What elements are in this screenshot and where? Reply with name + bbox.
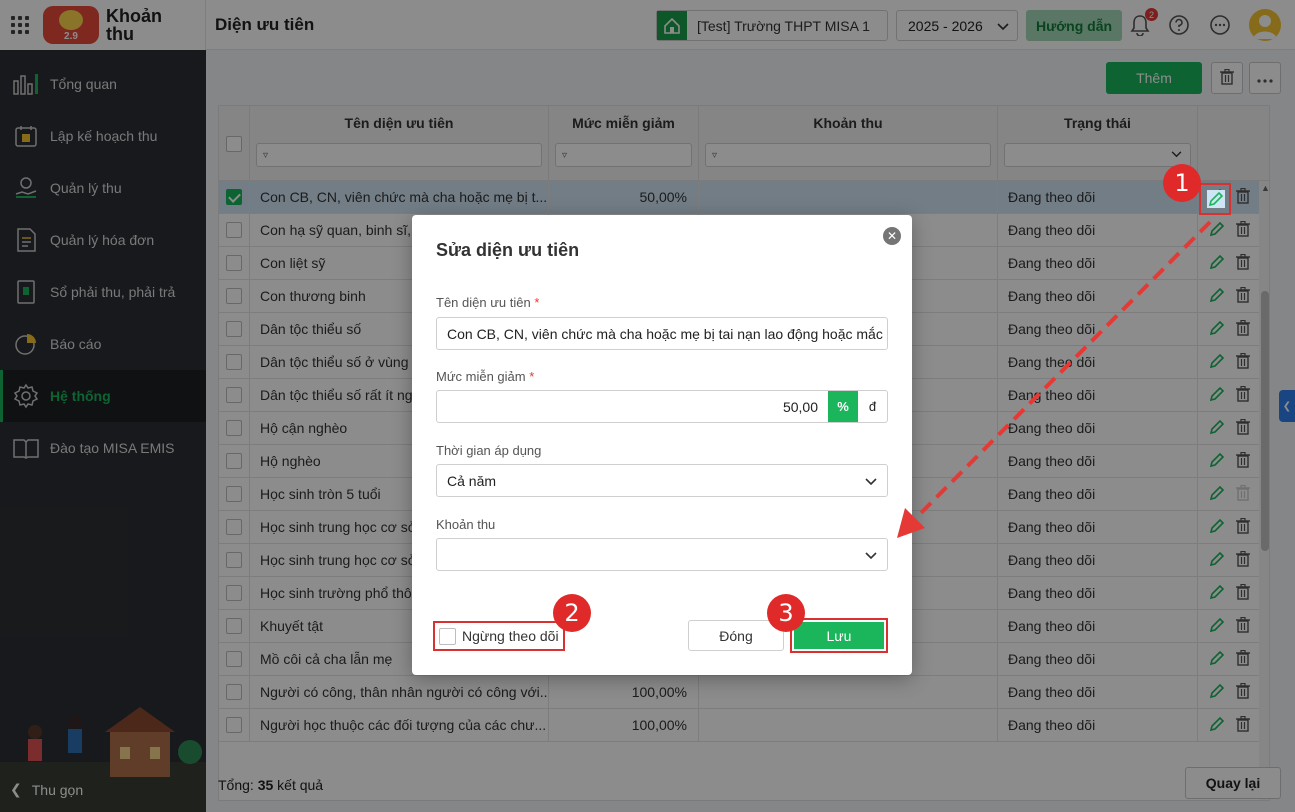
step-1-marker: 1 (1163, 164, 1201, 202)
step-3-marker: 3 (767, 594, 805, 632)
annotation-arrow (897, 220, 1212, 538)
step-2-marker: 2 (553, 594, 591, 632)
